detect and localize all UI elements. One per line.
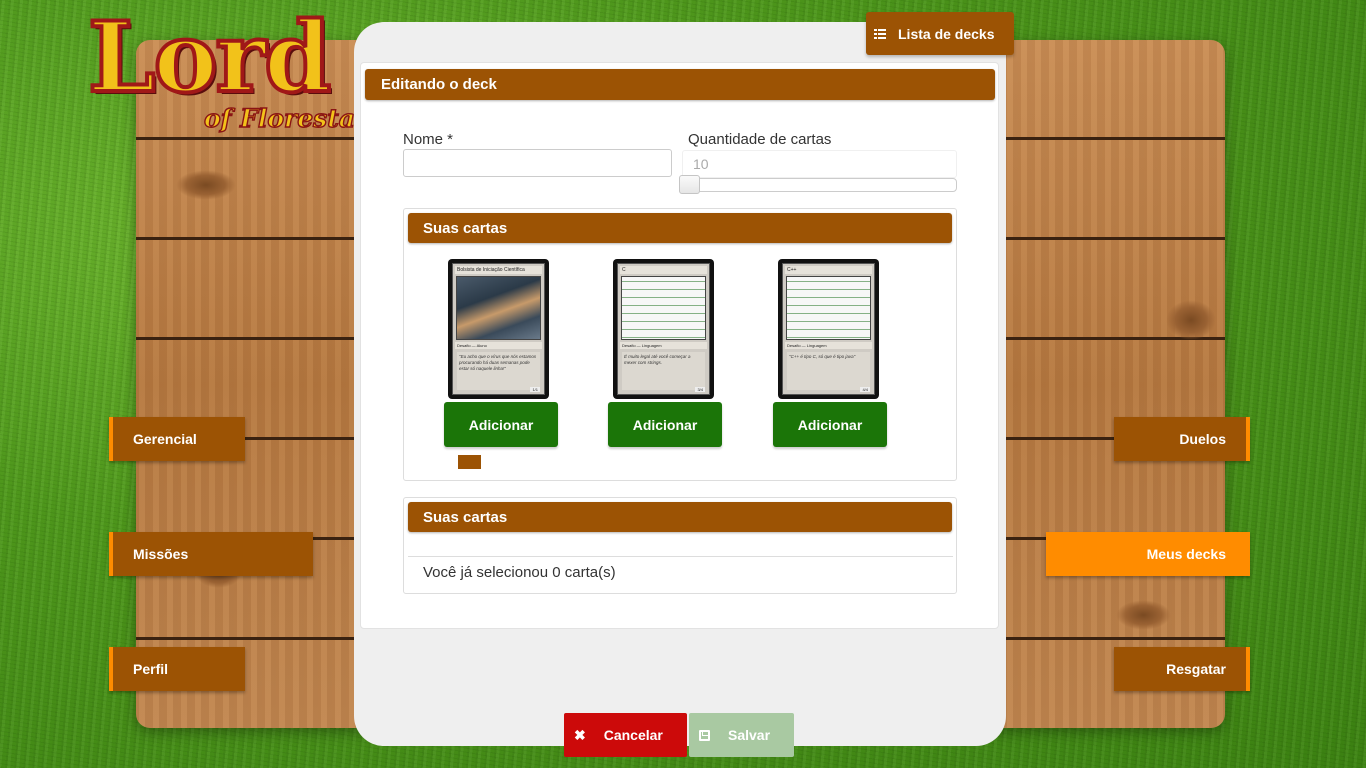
name-input[interactable] bbox=[403, 149, 672, 177]
card-type: Desafio — Aluno bbox=[455, 342, 542, 349]
save-button[interactable]: Salvar bbox=[689, 713, 794, 757]
selected-count-text: Você já selecionou 0 carta(s) bbox=[423, 564, 616, 581]
nav-meus-decks[interactable]: Meus decks bbox=[1046, 532, 1250, 576]
card-face: Bolsista de Iniciação Científica Desafio… bbox=[452, 263, 545, 395]
card-art-image bbox=[786, 276, 871, 340]
card-number: 4/4 bbox=[860, 387, 870, 392]
card-text: É muito legal até você começar a mexer c… bbox=[622, 352, 705, 390]
nav-resgatar[interactable]: Resgatar bbox=[1114, 647, 1250, 691]
save-label: Salvar bbox=[728, 727, 771, 743]
form-header: Editando o deck bbox=[365, 69, 995, 100]
logo-main-text: Lord bbox=[86, 1, 333, 114]
quantity-slider-handle[interactable] bbox=[679, 175, 700, 194]
add-card-button[interactable]: Adicionar bbox=[608, 402, 722, 447]
quantity-slider-track[interactable] bbox=[680, 178, 957, 192]
nav-gerencial[interactable]: Gerencial bbox=[109, 417, 245, 461]
card-number: 3/4 bbox=[695, 387, 705, 392]
list-decks-button[interactable]: Lista de decks bbox=[866, 12, 1014, 55]
nav-label: Missões bbox=[133, 546, 189, 562]
pagination-dot[interactable] bbox=[458, 455, 481, 469]
card-item[interactable]: Bolsista de Iniciação Científica Desafio… bbox=[448, 259, 549, 399]
card-face: C++ Desafio — Linguagem "C++ é tipo C, s… bbox=[782, 263, 875, 395]
your-cards-header: Suas cartas bbox=[408, 213, 952, 243]
nav-duelos[interactable]: Duelos bbox=[1114, 417, 1250, 461]
card-text: "C++ é tipo C, só que é tipo java" bbox=[787, 352, 870, 390]
nav-missoes[interactable]: Missões bbox=[109, 532, 313, 576]
game-logo[interactable]: Lord of Florestal bbox=[86, 1, 365, 158]
card-item[interactable]: C Desafio — Linguagem É muito legal até … bbox=[613, 259, 714, 399]
section-divider bbox=[408, 556, 953, 557]
card-type: Desafio — Linguagem bbox=[620, 342, 707, 349]
nav-label: Perfil bbox=[133, 661, 169, 677]
cancel-button[interactable]: ✖ Cancelar bbox=[564, 713, 687, 757]
nav-label: Meus decks bbox=[1146, 546, 1226, 562]
card-title: C bbox=[620, 266, 707, 274]
card-face: C Desafio — Linguagem É muito legal até … bbox=[617, 263, 710, 395]
card-art-image bbox=[456, 276, 541, 340]
close-icon: ✖ bbox=[574, 726, 586, 743]
card-art-image bbox=[621, 276, 706, 340]
nav-label: Resgatar bbox=[1166, 661, 1226, 677]
add-card-button[interactable]: Adicionar bbox=[444, 402, 558, 447]
nav-label: Gerencial bbox=[133, 431, 197, 447]
card-title: C++ bbox=[785, 266, 872, 274]
selected-cards-header: Suas cartas bbox=[408, 502, 952, 532]
wood-knot bbox=[1166, 300, 1216, 340]
quantity-value: 10 bbox=[682, 150, 957, 178]
nav-perfil[interactable]: Perfil bbox=[109, 647, 245, 691]
list-icon bbox=[874, 28, 886, 39]
wood-knot bbox=[176, 170, 236, 200]
quantity-label: Quantidade de cartas bbox=[688, 131, 832, 148]
nav-label: Duelos bbox=[1179, 431, 1226, 447]
card-title: Bolsista de Iniciação Científica bbox=[455, 266, 542, 274]
logo-sub-text: of Florestal bbox=[203, 103, 365, 133]
wood-knot bbox=[1116, 600, 1171, 630]
list-decks-label: Lista de decks bbox=[898, 25, 995, 42]
add-card-button[interactable]: Adicionar bbox=[773, 402, 887, 447]
save-icon bbox=[699, 729, 710, 741]
card-number: 1/1 bbox=[530, 387, 540, 392]
card-type: Desafio — Linguagem bbox=[785, 342, 872, 349]
card-item[interactable]: C++ Desafio — Linguagem "C++ é tipo C, s… bbox=[778, 259, 879, 399]
cancel-label: Cancelar bbox=[603, 727, 663, 743]
card-text: "Eu acho que o vírus que nós estamos pro… bbox=[457, 352, 540, 390]
name-label: Nome * bbox=[403, 131, 454, 148]
